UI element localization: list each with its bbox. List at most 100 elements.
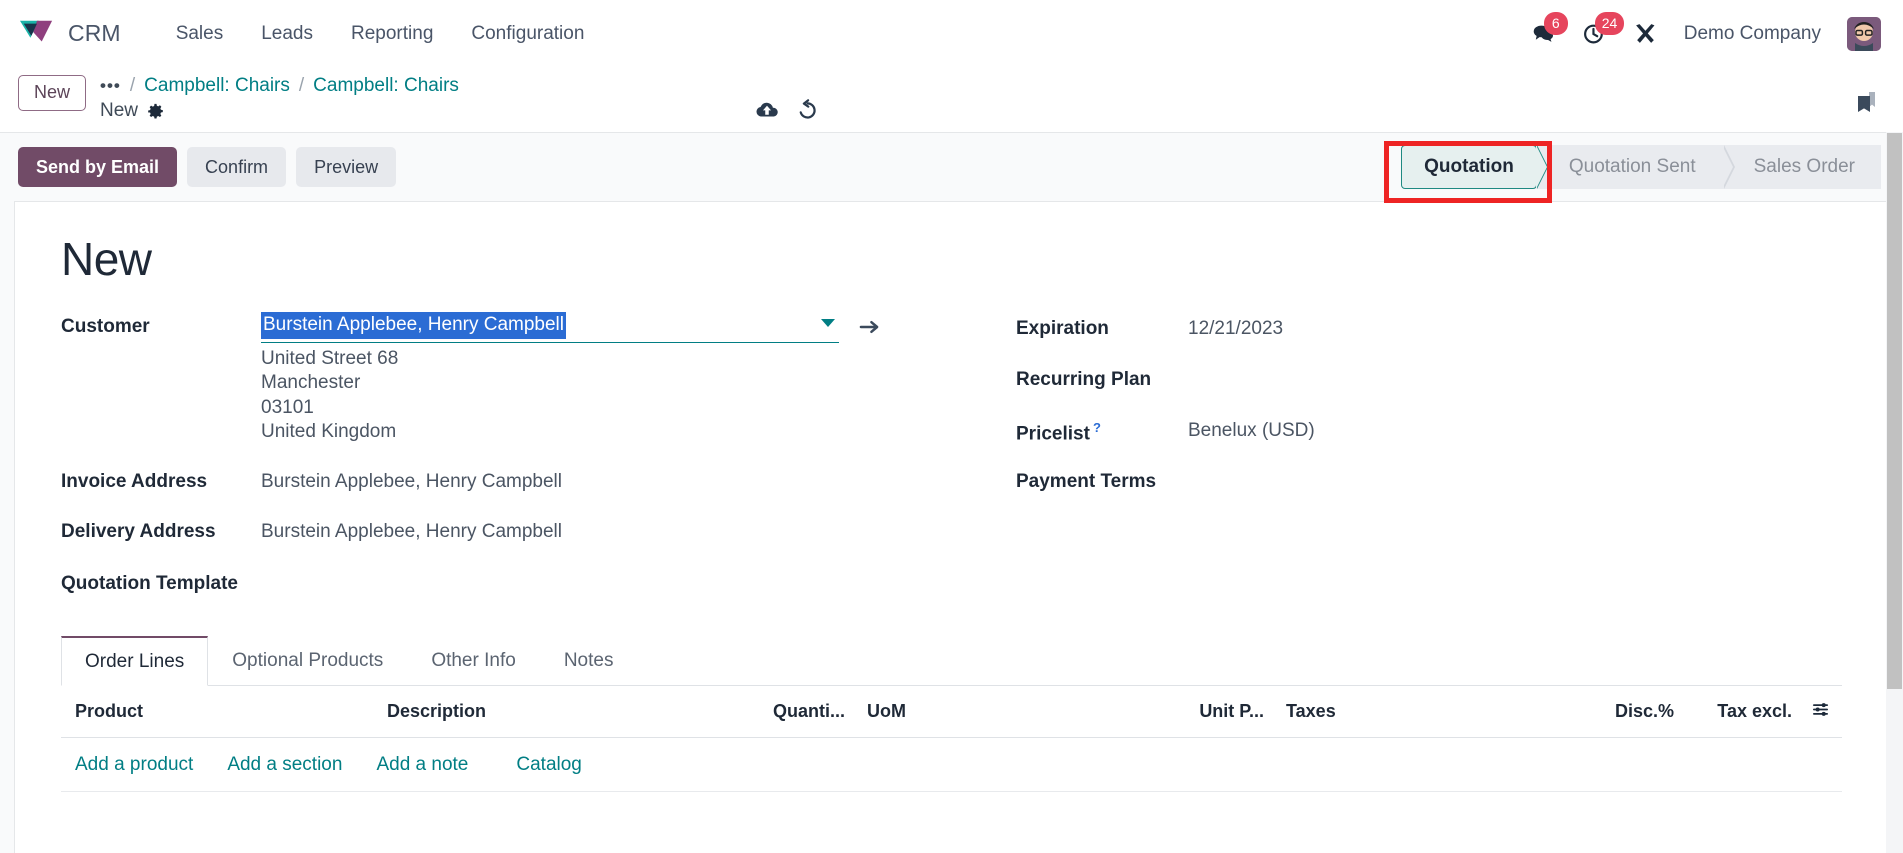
add-a-section-link[interactable]: Add a section: [227, 754, 376, 776]
menu-item-reporting[interactable]: Reporting: [332, 17, 452, 51]
pricelist-label-text: Pricelist: [1016, 423, 1090, 445]
customer-internal-link-button[interactable]: [859, 318, 880, 336]
new-record-button[interactable]: New: [18, 75, 87, 111]
debug-tools-button[interactable]: [1633, 21, 1658, 46]
field-delivery-address: Delivery Address Burstein Applebee, Henr…: [61, 517, 956, 547]
gear-icon: [148, 103, 163, 118]
breadcrumb-item-1[interactable]: Campbell: Chairs: [313, 75, 459, 97]
notebook-tabs: Order Lines Optional Products Other Info…: [61, 635, 1842, 686]
field-label-invoice-address: Invoice Address: [61, 470, 208, 492]
column-header-uom: UoM: [867, 701, 906, 722]
field-label-recurring-plan: Recurring Plan: [1016, 369, 1152, 390]
field-customer: Customer Burstein Applebee, Henry Campbe…: [61, 312, 956, 343]
form-statusbar: Send by Email Confirm Preview Quotation …: [0, 132, 1903, 203]
form-sheet: New Customer Burstein Applebee, Henry Ca…: [14, 201, 1889, 853]
order-lines-action-links: Add a product Add a section Add a note C…: [61, 738, 1842, 792]
bookmark-button[interactable]: [1853, 89, 1879, 120]
odoo-logo-icon[interactable]: [18, 17, 56, 51]
order-lines-header-row: Product Description Quanti... UoM Unit P…: [61, 685, 1842, 738]
field-recurring-plan: Recurring Plan: [1016, 365, 1842, 395]
record-settings-button[interactable]: [147, 103, 164, 120]
page-title: New: [61, 233, 152, 285]
breadcrumb-overflow-button[interactable]: •••: [100, 76, 121, 96]
preview-button[interactable]: Preview: [296, 146, 397, 188]
navbar-systray: 6 24 Demo Company: [1531, 12, 1881, 51]
chevron-down-icon[interactable]: [821, 319, 835, 327]
bookmark-ribbon-icon: [1858, 92, 1875, 112]
stage-quotation[interactable]: Quotation: [1401, 145, 1548, 189]
save-record-button[interactable]: [755, 100, 779, 120]
menu-item-leads[interactable]: Leads: [242, 17, 332, 51]
column-header-quantity: Quanti...: [773, 701, 845, 722]
address-line-street: United Street 68: [261, 347, 399, 369]
breadcrumb: ••• / Campbell: Chairs / Campbell: Chair…: [100, 73, 459, 122]
delivery-address-value[interactable]: Burstein Applebee, Henry Campbell: [261, 517, 562, 543]
add-a-product-link[interactable]: Add a product: [75, 754, 227, 776]
control-panel: New ••• / Campbell: Chairs / Campbell: C…: [0, 67, 1903, 132]
company-switcher[interactable]: Demo Company: [1684, 23, 1821, 45]
stage-statusbar: Quotation Quotation Sent Sales Order: [1401, 145, 1881, 189]
field-expiration: Expiration 12/21/2023: [1016, 314, 1842, 344]
cloud-upload-icon: [756, 102, 778, 116]
field-invoice-address: Invoice Address Burstein Applebee, Henry…: [61, 467, 956, 497]
arrow-right-icon: [859, 321, 879, 334]
catalog-link[interactable]: Catalog: [502, 754, 616, 776]
notebook: Order Lines Optional Products Other Info…: [61, 635, 1842, 792]
vertical-scrollbar[interactable]: [1886, 132, 1903, 853]
tab-notes[interactable]: Notes: [540, 636, 638, 686]
customer-value: Burstein Applebee, Henry Campbell: [261, 312, 567, 339]
stage-quotation-sent[interactable]: Quotation Sent: [1536, 145, 1735, 189]
activities-count-badge: 24: [1594, 12, 1625, 35]
avatar[interactable]: [1847, 16, 1881, 51]
expiration-value[interactable]: 12/21/2023: [1188, 314, 1283, 340]
form-column-left: Customer Burstein Applebee, Henry Campbe…: [61, 312, 956, 603]
column-header-discount: Disc.%: [1614, 701, 1674, 722]
column-header-description: Description: [387, 701, 487, 722]
send-by-email-button[interactable]: Send by Email: [18, 146, 178, 188]
column-header-unit-price: Unit P...: [1199, 701, 1264, 722]
menu-item-configuration[interactable]: Configuration: [452, 17, 603, 51]
column-header-tax-excluded: Tax excl.: [1717, 701, 1792, 722]
tab-order-lines[interactable]: Order Lines: [61, 635, 209, 686]
top-navbar: CRM Sales Leads Reporting Configuration …: [0, 0, 1903, 67]
messages-count-badge: 6: [1543, 12, 1568, 35]
form-view-container: Send by Email Confirm Preview Quotation …: [0, 132, 1903, 853]
app-name[interactable]: CRM: [68, 20, 121, 47]
scrollbar-thumb[interactable]: [1887, 133, 1902, 689]
field-label-pricelist: Pricelist?: [1016, 416, 1188, 445]
pricelist-value[interactable]: Benelux (USD): [1188, 416, 1315, 442]
confirm-button[interactable]: Confirm: [187, 146, 287, 188]
activities-button[interactable]: 24: [1582, 12, 1625, 46]
field-quotation-template: Quotation Template: [61, 569, 956, 599]
field-label-delivery-address: Delivery Address: [61, 520, 216, 542]
column-header-product: Product: [75, 701, 144, 722]
menu-item-sales[interactable]: Sales: [157, 17, 243, 51]
column-options-icon: [1812, 702, 1828, 716]
address-line-zip: 03101: [261, 396, 314, 418]
order-lines-table: Product Description Quanti... UoM Unit P…: [61, 685, 1842, 792]
form-column-right: Expiration 12/21/2023 Recurring Plan Pri…: [956, 312, 1842, 603]
customer-input[interactable]: Burstein Applebee, Henry Campbell: [261, 312, 839, 343]
address-line-country: United Kingdom: [261, 421, 397, 443]
help-tooltip-icon[interactable]: ?: [1093, 420, 1101, 435]
tab-other-info[interactable]: Other Info: [407, 636, 540, 686]
tab-optional-products[interactable]: Optional Products: [208, 636, 407, 686]
discard-record-button[interactable]: [797, 99, 818, 120]
field-payment-terms: Payment Terms: [1016, 467, 1842, 497]
field-label-customer: Customer: [61, 316, 150, 337]
add-a-note-link[interactable]: Add a note: [376, 754, 502, 776]
wrench-tools-icon: [1635, 24, 1655, 43]
optional-columns-button[interactable]: [1798, 700, 1842, 724]
invoice-address-value[interactable]: Burstein Applebee, Henry Campbell: [261, 467, 562, 493]
field-label-quotation-template: Quotation Template: [61, 572, 238, 594]
breadcrumb-item-0[interactable]: Campbell: Chairs: [144, 75, 290, 97]
undo-discard-icon: [799, 99, 816, 119]
column-header-taxes: Taxes: [1286, 701, 1336, 722]
breadcrumb-current-record: New: [100, 100, 139, 121]
field-label-expiration: Expiration: [1016, 318, 1109, 339]
messages-button[interactable]: 6: [1531, 12, 1568, 46]
stage-sales-order[interactable]: Sales Order: [1721, 145, 1881, 189]
address-line-city: Manchester: [261, 372, 361, 394]
breadcrumb-separator: /: [129, 75, 136, 96]
customer-address: United Street 68 Manchester 03101 United…: [61, 347, 956, 445]
